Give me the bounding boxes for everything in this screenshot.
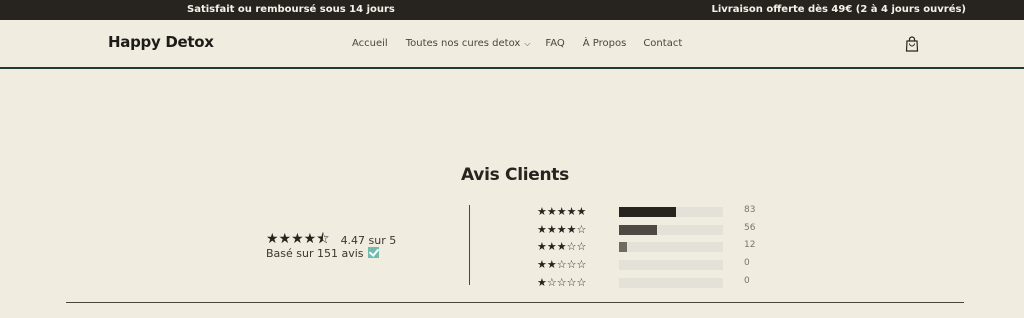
rating-bar-track [619, 260, 723, 270]
rating-bar-fill [619, 225, 658, 235]
nav-cures-detox[interactable]: Toutes nos cures detox ⌵ [406, 38, 531, 49]
site-logo[interactable]: Happy Detox [108, 33, 214, 51]
review-count-label: Basé sur 151 avis [266, 247, 364, 260]
nav-faq[interactable]: FAQ [545, 38, 564, 49]
rating-bar-track [619, 225, 723, 235]
rating-count: 56 [744, 223, 756, 233]
announcement-shipping: Livraison offerte dès 49€ (2 à 4 jours o… [711, 4, 966, 15]
nav-a-propos[interactable]: À Propos [583, 38, 627, 49]
verified-check-icon [367, 247, 379, 258]
chevron-down-icon: ⌵ [524, 39, 531, 48]
announcement-refund: Satisfait ou remboursé sous 14 jours [187, 4, 395, 15]
shopping-bag-icon[interactable] [905, 36, 919, 52]
rating-bar-track [619, 207, 723, 217]
rating-bar-track [619, 242, 723, 252]
rating-count: 0 [744, 276, 750, 286]
site-header: Happy Detox Accueil Toutes nos cures det… [0, 20, 1024, 68]
rating-count: 12 [744, 240, 756, 250]
reviews-title: Avis Clients [461, 165, 569, 185]
rating-count: 83 [744, 205, 756, 215]
row-stars: ★★★★★ [537, 205, 587, 218]
row-stars: ★★★☆☆ [537, 240, 587, 253]
nav-contact[interactable]: Contact [643, 38, 682, 49]
rating-bar-fill [619, 207, 677, 217]
nav-accueil[interactable]: Accueil [352, 38, 388, 49]
row-stars: ★★☆☆☆ [537, 258, 587, 271]
rating-bar-fill [619, 242, 628, 252]
nav-cures-detox-label: Toutes nos cures detox [405, 38, 521, 49]
review-count: Basé sur 151 avis [266, 247, 379, 260]
rating-count: 0 [744, 258, 750, 268]
announcement-bar: Satisfait ou remboursé sous 14 jours Liv… [0, 0, 1024, 20]
rating-bar-track [619, 278, 723, 288]
average-rating: 4.47 sur 5 [340, 233, 397, 247]
header-divider [0, 67, 1024, 69]
row-stars: ★★★★☆ [537, 223, 587, 236]
main-nav: Accueil Toutes nos cures detox ⌵ FAQ À Pr… [352, 38, 682, 49]
section-divider [66, 302, 964, 303]
row-stars: ★☆☆☆☆ [537, 276, 587, 289]
reviews-divider [469, 205, 470, 285]
